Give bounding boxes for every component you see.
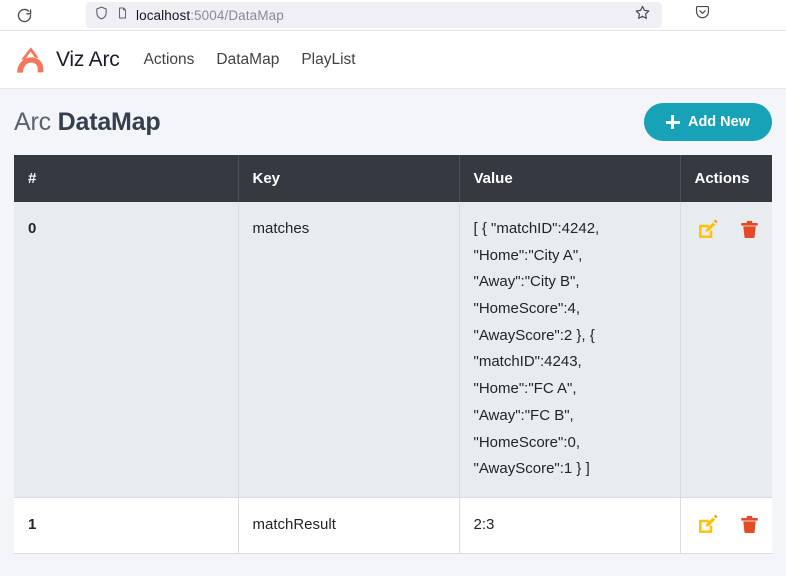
reload-icon (16, 7, 33, 24)
page-title-prefix: Arc (14, 107, 51, 136)
row-index: 1 (14, 497, 239, 554)
edit-pencil-icon (696, 513, 719, 536)
browser-toolbar: localhost:5004/DataMap (0, 0, 786, 31)
add-new-label: Add New (687, 114, 750, 130)
table-row: 0 matches [ { "matchID":4242, "Home":"Ci… (14, 202, 772, 498)
edit-pencil-icon (696, 218, 719, 241)
viz-arc-logo-icon (14, 45, 48, 75)
plus-icon (665, 115, 680, 129)
row-index: 0 (14, 202, 239, 498)
delete-row-button[interactable] (737, 512, 763, 538)
url-bar[interactable]: localhost:5004/DataMap (86, 2, 662, 28)
row-key: matchResult (238, 497, 460, 554)
shield-icon (94, 5, 109, 26)
trash-delete-icon (739, 218, 760, 241)
row-value: 2:3 (459, 497, 681, 554)
reload-button[interactable] (10, 2, 38, 28)
column-header-actions: Actions (680, 155, 772, 202)
column-header-key[interactable]: Key (238, 155, 460, 202)
delete-row-button[interactable] (737, 216, 763, 242)
page-header: Arc DataMap Add New (0, 89, 786, 155)
nav-item-playlist[interactable]: PlayList (301, 51, 355, 69)
url-host: localhost (136, 7, 191, 23)
nav-links: Actions DataMap PlayList (144, 51, 356, 69)
column-header-index[interactable]: # (14, 155, 239, 202)
nav-item-actions[interactable]: Actions (144, 51, 195, 69)
edit-row-button[interactable] (695, 216, 721, 242)
add-new-button[interactable]: Add New (643, 103, 772, 141)
table-row: 1 matchResult 2:3 (14, 497, 772, 554)
row-value: [ { "matchID":4242, "Home":"City A", "Aw… (459, 202, 681, 498)
app-navbar: Viz Arc Actions DataMap PlayList (0, 31, 786, 89)
column-header-value[interactable]: Value (459, 155, 681, 202)
row-key: matches (238, 202, 460, 498)
url-path: :5004/DataMap (190, 7, 284, 23)
brand-home-link[interactable]: Viz Arc (14, 45, 120, 75)
datamap-table: # Key Value Actions 0 matches [ { "match… (14, 155, 772, 554)
trash-delete-icon (739, 513, 760, 536)
page-document-icon (116, 5, 129, 26)
datamap-table-container: # Key Value Actions 0 matches [ { "match… (14, 155, 772, 554)
table-body: 0 matches [ { "matchID":4242, "Home":"Ci… (14, 202, 772, 554)
brand-name: Viz Arc (56, 47, 120, 71)
star-bookmark-icon (634, 4, 651, 26)
pocket-save-button[interactable] (688, 2, 716, 28)
page-title-main: DataMap (57, 107, 161, 136)
nav-item-datamap[interactable]: DataMap (216, 51, 279, 69)
pocket-save-icon (694, 4, 711, 26)
row-actions (680, 202, 772, 498)
row-actions (680, 497, 772, 554)
edit-row-button[interactable] (695, 512, 721, 538)
url-text: localhost:5004/DataMap (136, 8, 284, 23)
bookmark-button[interactable] (630, 4, 654, 26)
table-header: # Key Value Actions (14, 155, 772, 202)
table-header-row: # Key Value Actions (14, 155, 772, 202)
page-title: Arc DataMap (14, 107, 161, 137)
